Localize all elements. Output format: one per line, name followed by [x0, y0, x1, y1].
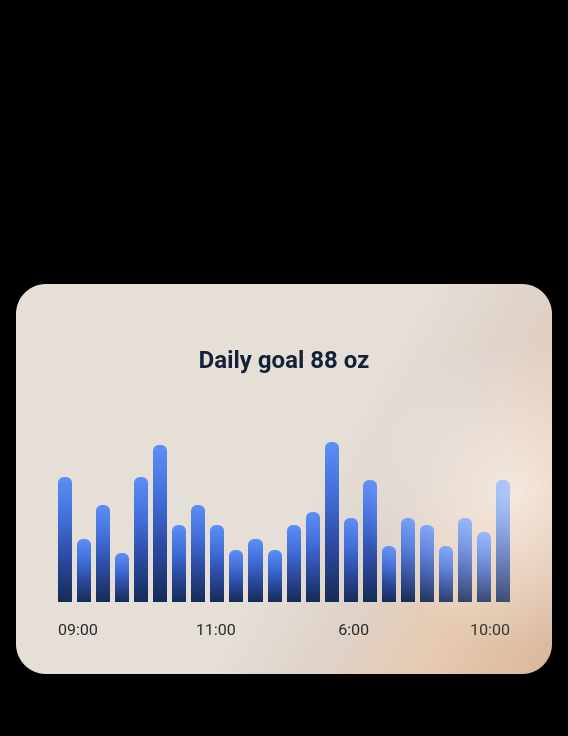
bar — [153, 445, 167, 602]
bar — [115, 553, 129, 602]
x-tick-label: 09:00 — [58, 620, 98, 639]
bar — [191, 505, 205, 602]
x-tick-label: 11:00 — [196, 620, 236, 639]
bar — [96, 505, 110, 602]
bar — [287, 525, 301, 602]
bar — [496, 480, 510, 602]
bar — [420, 525, 434, 602]
bar — [439, 546, 453, 602]
bar — [325, 442, 339, 602]
bar — [382, 546, 396, 602]
bar — [458, 518, 472, 602]
bar — [172, 525, 186, 602]
x-tick-label: 6:00 — [338, 620, 369, 639]
bar — [306, 512, 320, 602]
card-title: Daily goal 88 oz — [16, 346, 552, 374]
daily-goal-card: Daily goal 88 oz 09:00 11:00 6:00 10:00 — [16, 284, 552, 674]
bar-chart — [58, 428, 510, 602]
bar — [268, 550, 282, 602]
bar — [248, 539, 262, 602]
bar — [77, 539, 91, 602]
bar — [210, 525, 224, 602]
bar — [363, 480, 377, 602]
x-tick-label: 10:00 — [470, 620, 510, 639]
bar — [477, 532, 491, 602]
bar — [344, 518, 358, 602]
bar — [58, 477, 72, 602]
bar — [401, 518, 415, 602]
bar — [134, 477, 148, 602]
bar — [229, 550, 243, 602]
x-axis: 09:00 11:00 6:00 10:00 — [58, 618, 510, 642]
